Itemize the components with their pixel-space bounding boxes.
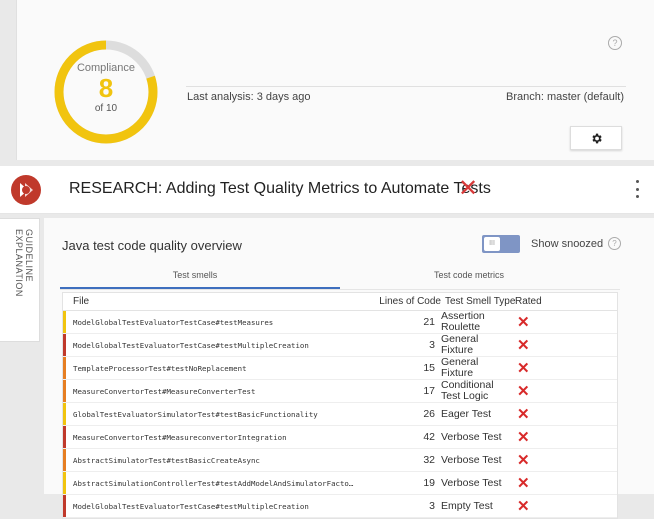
table-header: File Lines of Code Test Smell Type Rated <box>63 293 617 311</box>
smell-type-cell: Verbose Test <box>441 430 502 443</box>
rated-x-icon[interactable]: ✕ <box>511 405 541 423</box>
side-tab-label: GUIDELINE EXPLANATION <box>14 229 34 297</box>
rated-x-icon[interactable]: ✕ <box>511 428 541 446</box>
smell-type-cell: Verbose Test <box>441 476 502 489</box>
smell-type-cell: Assertion Roulette <box>441 310 485 333</box>
table-row[interactable]: GlobalTestEvaluatorSimulatorTest#testBas… <box>63 403 617 426</box>
table-row[interactable]: ModelGlobalTestEvaluatorTestCase#testMul… <box>63 495 617 518</box>
smell-type-cell: General Fixture <box>441 333 479 356</box>
table-row[interactable]: TemplateProcessorTest#testNoReplacement 1… <box>63 357 617 380</box>
severity-bar <box>63 334 66 356</box>
rated-x-icon[interactable]: ✕ <box>511 474 541 492</box>
smell-type-cell: Verbose Test <box>441 453 502 466</box>
compliance-total: of 10 <box>94 103 118 114</box>
severity-bar <box>63 472 66 494</box>
help-icon[interactable]: ? <box>608 36 622 50</box>
panel-header: RESEARCH: Adding Test Quality Metrics to… <box>0 166 654 214</box>
gear-icon <box>591 133 602 143</box>
help-icon[interactable]: ? <box>608 237 621 250</box>
rated-x-icon[interactable]: ✕ <box>511 313 541 331</box>
tab-test-smells[interactable]: Test smells <box>60 270 330 280</box>
app-logo <box>11 175 41 205</box>
rated-x-icon[interactable]: ✕ <box>511 382 541 400</box>
file-cell[interactable]: GlobalTestEvaluatorSimulatorTest#testBas… <box>63 410 371 419</box>
loc-cell: 26 <box>423 408 435 420</box>
table-row[interactable]: AbstractSimulatorTest#testBasicCreateAsy… <box>63 449 617 472</box>
loc-cell: 3 <box>429 339 435 351</box>
close-icon[interactable]: ✕ <box>458 177 478 201</box>
header-type[interactable]: Test Smell Type <box>441 293 515 310</box>
table-row[interactable]: ModelGlobalTestEvaluatorTestCase#testMul… <box>63 334 617 357</box>
rated-x-icon[interactable]: ✕ <box>511 359 541 377</box>
loc-cell: 19 <box>423 477 435 489</box>
file-cell[interactable]: MeasureConvertorTest#MeasureconvertorInt… <box>63 433 371 442</box>
severity-bar <box>63 380 66 402</box>
loc-cell: 42 <box>423 431 435 443</box>
header-rated[interactable]: Rated <box>513 293 543 310</box>
file-cell[interactable]: AbstractSimulationControllerTest#testAdd… <box>63 479 371 488</box>
file-cell[interactable]: ModelGlobalTestEvaluatorTestCase#testMul… <box>63 341 371 350</box>
show-snoozed-label: Show snoozed <box>531 238 604 250</box>
tab-test-code-metrics[interactable]: Test code metrics <box>334 270 604 280</box>
severity-bar <box>63 426 66 448</box>
panel-title: RESEARCH: Adding Test Quality Metrics to… <box>69 180 491 197</box>
loc-cell: 15 <box>423 362 435 374</box>
loc-cell: 3 <box>429 500 435 512</box>
file-cell[interactable]: MeasureConvertorTest#MeasureConverterTes… <box>63 387 371 396</box>
file-cell[interactable]: TemplateProcessorTest#testNoReplacement <box>63 364 371 373</box>
test-smells-table: File Lines of Code Test Smell Type Rated… <box>62 292 618 519</box>
kebab-menu-icon[interactable] <box>634 180 640 198</box>
smell-type-cell: Eager Test <box>441 407 492 420</box>
toggle-knob: III <box>484 237 500 251</box>
compliance-score: 8 <box>98 73 114 103</box>
table-row[interactable]: ModelGlobalTestEvaluatorTestCase#testMea… <box>63 311 617 334</box>
severity-bar <box>63 495 66 517</box>
rated-x-icon[interactable]: ✕ <box>511 336 541 354</box>
file-cell[interactable]: AbstractSimulatorTest#testBasicCreateAsy… <box>63 456 371 465</box>
branch-text: Branch: master (default) <box>506 91 624 103</box>
table-row[interactable]: MeasureConvertorTest#MeasureconvertorInt… <box>63 426 617 449</box>
file-cell[interactable]: ModelGlobalTestEvaluatorTestCase#testMea… <box>63 318 371 327</box>
file-cell[interactable]: ModelGlobalTestEvaluatorTestCase#testMul… <box>63 502 371 511</box>
loc-cell: 32 <box>423 454 435 466</box>
snooze-toggle[interactable]: III <box>482 235 520 253</box>
smell-type-cell: Empty Test <box>441 499 493 512</box>
severity-bar <box>63 357 66 379</box>
severity-bar <box>63 403 66 425</box>
table-row[interactable]: AbstractSimulationControllerTest#testAdd… <box>63 472 617 495</box>
overview-content: Java test code quality overview III Show… <box>44 218 654 519</box>
loc-cell: 21 <box>423 316 435 328</box>
settings-button[interactable] <box>570 126 622 150</box>
guideline-explanation-tab[interactable]: GUIDELINE EXPLANATION <box>0 218 40 342</box>
active-tab-indicator <box>60 287 340 289</box>
severity-bar <box>63 449 66 471</box>
tabs-divider <box>60 289 620 290</box>
smell-type-cell: Conditional Test Logic <box>441 379 494 402</box>
overview-title: Java test code quality overview <box>62 238 242 253</box>
severity-bar <box>63 311 66 333</box>
smell-type-cell: General Fixture <box>441 356 479 379</box>
last-analysis-text: Last analysis: 3 days ago <box>187 91 311 103</box>
table-body: ModelGlobalTestEvaluatorTestCase#testMea… <box>63 311 617 518</box>
table-row[interactable]: MeasureConvertorTest#MeasureConverterTes… <box>63 380 617 403</box>
header-loc[interactable]: Lines of Code <box>371 293 441 310</box>
rated-x-icon[interactable]: ✕ <box>511 497 541 515</box>
divider <box>186 86 626 87</box>
header-file[interactable]: File <box>63 293 371 310</box>
loc-cell: 17 <box>423 385 435 397</box>
rated-x-icon[interactable]: ✕ <box>511 451 541 469</box>
